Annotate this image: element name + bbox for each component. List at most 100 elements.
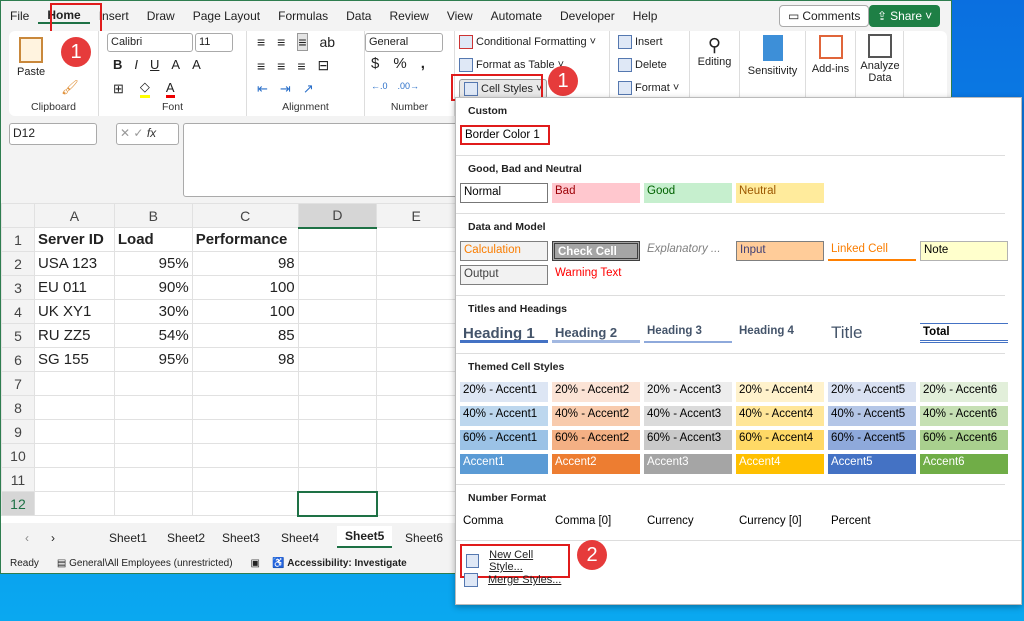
sheet-tab[interactable]: Sheet4 [273,528,327,548]
cell[interactable]: 30% [113,299,193,324]
cell-style-option[interactable]: Accent4 [736,454,824,474]
cell[interactable] [376,467,456,492]
sheet-tab[interactable]: Sheet5 [337,526,393,548]
spreadsheet-grid[interactable]: A B C D E 1 Server ID Load Performance 2 USA 123 95… [1,203,456,523]
merge-styles-item[interactable]: Merge Styles... [460,570,565,590]
increase-indent-icon[interactable]: ⇥ [280,81,291,97]
scroll-left-icon[interactable]: ‹ [17,528,37,548]
cell-style-option[interactable]: 60% - Accent1 [460,430,548,450]
cell-style-option[interactable]: 60% - Accent4 [736,430,824,450]
cell[interactable] [297,467,378,492]
cell-style-option[interactable]: Good [644,183,732,203]
cell[interactable]: SG 155 [33,347,115,372]
cell-style-option[interactable]: Heading 2 [552,323,640,343]
format-painter-icon[interactable]: 🖌 [61,79,79,96]
format-button[interactable]: Format ˅ [618,81,679,95]
row-header[interactable]: 7 [1,371,35,396]
column-header[interactable]: D [297,203,378,229]
cell[interactable] [191,467,299,492]
cell[interactable] [33,467,115,492]
row-header[interactable]: 2 [1,251,35,276]
bold-icon[interactable]: B [113,57,122,72]
menu-draw[interactable]: Draw [138,9,184,23]
cell-style-option[interactable]: 40% - Accent6 [920,406,1008,426]
cell[interactable] [191,395,299,420]
cell-style-option[interactable]: 40% - Accent5 [828,406,916,426]
macro-icon[interactable]: ▣ [251,558,260,569]
cell[interactable] [297,299,378,324]
cell[interactable]: 98 [191,251,299,276]
comments-button[interactable]: ▭ Comments [779,5,870,27]
cell[interactable] [376,443,456,468]
cell[interactable] [297,371,378,396]
shrink-font-icon[interactable]: A [192,57,201,72]
cell-style-option[interactable]: 20% - Accent6 [920,382,1008,402]
sheet-tab[interactable]: Sheet3 [214,528,268,548]
cell[interactable] [297,443,378,468]
enter-icon[interactable]: ✓ [133,126,143,140]
align-left-icon[interactable]: ≡ [257,58,265,74]
cell[interactable] [376,275,456,300]
increase-decimal-icon[interactable]: ←.0 [371,81,388,91]
sensitivity-label[interactable]: ▤ General\All Employees (unrestricted) [57,558,233,569]
font-size-select[interactable]: 11 [195,33,233,52]
cell-style-option[interactable]: Check Cell [552,241,640,261]
cell-style-option[interactable]: Heading 1 [460,323,548,343]
cell[interactable] [191,371,299,396]
cell-style-option[interactable]: 40% - Accent4 [736,406,824,426]
cell-style-option[interactable]: Neutral [736,183,824,203]
cell[interactable]: Load [113,227,193,252]
column-header[interactable]: B [113,203,193,228]
row-header[interactable]: 5 [1,323,35,348]
align-center-icon[interactable]: ≡ [277,58,285,74]
comma-icon[interactable]: , [421,55,425,72]
cell[interactable] [297,490,378,517]
accessibility-status[interactable]: ♿ Accessibility: Investigate [272,558,407,569]
row-header[interactable]: 11 [1,467,35,492]
cell[interactable] [297,323,378,348]
row-header[interactable]: 9 [1,419,35,444]
cell-style-option[interactable]: Accent1 [460,454,548,474]
cell-style-option[interactable]: Accent3 [644,454,732,474]
scroll-right-icon[interactable]: › [43,528,63,548]
row-header[interactable]: 1 [1,227,35,252]
cell-style-option[interactable]: Accent2 [552,454,640,474]
cell-style-option[interactable]: Normal [460,183,548,203]
cell[interactable] [297,419,378,444]
menu-help[interactable]: Help [624,9,667,23]
row-header[interactable]: 12 [1,491,35,516]
italic-icon[interactable]: I [134,57,138,72]
decrease-decimal-icon[interactable]: .00→ [398,81,420,91]
cell[interactable]: 90% [113,275,193,300]
menu-developer[interactable]: Developer [551,9,624,23]
cell[interactable]: EU 011 [33,275,115,300]
cell-style-option[interactable]: Explanatory ... [644,241,732,261]
cell-style-option[interactable]: 40% - Accent3 [644,406,732,426]
cell[interactable]: 54% [113,323,193,348]
menu-page-layout[interactable]: Page Layout [184,9,269,23]
row-header[interactable]: 3 [1,275,35,300]
cell[interactable] [113,371,193,396]
function-icon[interactable]: fx [147,126,156,140]
share-button[interactable]: ⇪ Share ˅ [869,5,941,27]
cell-style-option[interactable]: Input [736,241,824,261]
cell-style-option[interactable]: 60% - Accent5 [828,430,916,450]
delete-button[interactable]: Delete [618,58,667,72]
cell-style-option[interactable]: 60% - Accent2 [552,430,640,450]
cell[interactable]: 95% [113,251,193,276]
font-color-icon[interactable]: A [165,80,175,98]
formula-input[interactable] [183,123,458,197]
cell[interactable] [376,227,456,252]
row-header[interactable]: 8 [1,395,35,420]
number-format-select[interactable]: General [365,33,443,52]
align-middle-icon[interactable]: ≡ [277,34,285,50]
cell[interactable] [191,491,299,516]
cell[interactable] [376,371,456,396]
cell[interactable] [297,275,378,300]
cell[interactable] [376,299,456,324]
cell[interactable]: 98 [191,347,299,372]
menu-view[interactable]: View [438,9,482,23]
row-header[interactable]: 4 [1,299,35,324]
cell-style-option[interactable]: Note [920,241,1008,261]
menu-review[interactable]: Review [380,9,437,23]
